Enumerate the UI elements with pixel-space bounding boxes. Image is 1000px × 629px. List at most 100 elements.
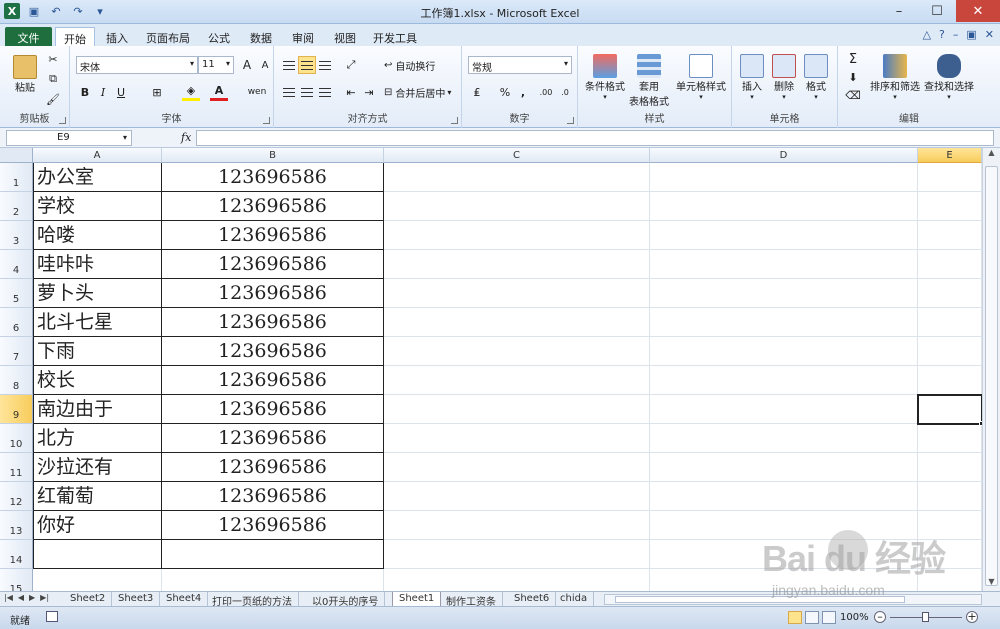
cell-b[interactable]: 123696586 — [162, 453, 384, 482]
cell-a[interactable]: 下雨 — [33, 337, 162, 366]
zoom-level[interactable]: 100% — [840, 612, 869, 623]
empty-cell[interactable] — [384, 511, 650, 540]
sort-filter-button[interactable]: 排序和筛选 ▾ — [868, 50, 922, 104]
increase-indent-icon[interactable]: ⇥ — [360, 83, 378, 101]
empty-cell[interactable] — [918, 366, 982, 395]
vertical-scroll-thumb[interactable] — [985, 166, 998, 586]
zoom-slider-thumb[interactable] — [922, 612, 929, 622]
wrap-text-button[interactable]: ↩ 自动换行 — [384, 56, 435, 74]
next-sheet-icon[interactable]: ▶ — [29, 593, 35, 602]
empty-cell[interactable] — [918, 337, 982, 366]
empty-cell[interactable] — [918, 221, 982, 250]
cell-a[interactable]: 校长 — [33, 366, 162, 395]
empty-cell[interactable] — [384, 424, 650, 453]
sheet-tab[interactable]: Sheet4 — [160, 592, 209, 606]
worksheet-grid[interactable]: A B C D E 1 办公室 123696586 2 学校 123696586 3 哈喽 1236965… — [0, 148, 982, 591]
empty-cell[interactable] — [384, 569, 650, 591]
empty-cell[interactable] — [650, 366, 918, 395]
sheet-tab[interactable]: 打印一页纸的方法 — [206, 592, 299, 608]
empty-cell[interactable] — [650, 569, 918, 591]
empty-cell[interactable] — [384, 308, 650, 337]
cell-a[interactable]: 学校 — [33, 192, 162, 221]
page-layout-view-icon[interactable] — [805, 611, 819, 624]
sheet-tab[interactable]: Sheet3 — [112, 592, 161, 606]
tab-data[interactable]: 数据 — [242, 27, 280, 46]
sheet-tab[interactable]: Sheet6 — [508, 592, 557, 606]
cell-a[interactable]: 红葡萄 — [33, 482, 162, 511]
decrease-indent-icon[interactable]: ⇤ — [342, 83, 360, 101]
empty-cell[interactable] — [918, 163, 982, 192]
sheet-tab[interactable]: 制作工资条 — [440, 592, 503, 608]
sheet-tab[interactable]: Sheet1 — [392, 592, 442, 606]
empty-cell[interactable] — [650, 308, 918, 337]
close-button[interactable]: ✕ — [956, 0, 1000, 22]
minimize-ribbon-icon[interactable]: △ — [923, 28, 931, 41]
empty-cell[interactable] — [650, 482, 918, 511]
orientation-icon[interactable]: ⤢ — [342, 56, 360, 74]
merge-center-button[interactable]: ⊟ 合并后居中 ▾ — [384, 83, 451, 101]
clipboard-launcher-icon[interactable] — [59, 117, 66, 124]
vertical-scrollbar[interactable]: ▲ ▼ — [982, 148, 1000, 591]
row-header[interactable]: 14 — [0, 540, 33, 569]
empty-cell[interactable] — [650, 453, 918, 482]
grow-font-button[interactable]: A — [238, 56, 256, 74]
autosum-button[interactable]: Σ — [844, 50, 862, 68]
zoom-out-icon[interactable]: – — [874, 611, 886, 623]
cell-b[interactable]: 123696586 — [162, 279, 384, 308]
cell-a[interactable]: 萝卜头 — [33, 279, 162, 308]
cell-b[interactable] — [162, 540, 384, 569]
cell-a[interactable]: 办公室 — [33, 163, 162, 192]
row-header[interactable]: 15 — [0, 569, 33, 591]
last-sheet-icon[interactable]: ▶| — [40, 593, 49, 602]
column-header-a[interactable]: A — [33, 148, 162, 163]
horizontal-scroll-thumb[interactable] — [615, 596, 905, 603]
cell-b[interactable]: 123696586 — [162, 221, 384, 250]
empty-cell[interactable] — [918, 424, 982, 453]
row-header[interactable]: 9 — [0, 395, 33, 424]
cell-a[interactable]: 哇咔咔 — [33, 250, 162, 279]
clear-icon[interactable]: ⌫ — [844, 86, 862, 104]
cell-b[interactable]: 123696586 — [162, 366, 384, 395]
tab-insert[interactable]: 插入 — [98, 27, 136, 46]
select-all-corner[interactable] — [0, 148, 33, 163]
empty-cell[interactable] — [918, 482, 982, 511]
tab-page-layout[interactable]: 页面布局 — [140, 27, 196, 46]
format-cells-button[interactable]: 格式 ▾ — [800, 50, 832, 104]
align-left-icon[interactable] — [280, 83, 298, 101]
workbook-minimize-icon[interactable]: – — [953, 28, 959, 41]
cut-icon[interactable]: ✂ — [44, 50, 62, 68]
page-break-view-icon[interactable] — [822, 611, 836, 624]
macro-record-icon[interactable] — [46, 611, 58, 622]
empty-cell[interactable] — [384, 221, 650, 250]
font-size-dropdown[interactable]: 11 ▾ — [198, 56, 234, 74]
font-color-button[interactable]: A — [210, 83, 228, 101]
empty-cell[interactable] — [918, 308, 982, 337]
cell-a[interactable]: 哈喽 — [33, 221, 162, 250]
empty-cell[interactable] — [918, 540, 982, 569]
cell-b[interactable]: 123696586 — [162, 395, 384, 424]
cell-b[interactable]: 123696586 — [162, 424, 384, 453]
cell-a[interactable]: 南边由于 — [33, 395, 162, 424]
cell-a[interactable]: 你好 — [33, 511, 162, 540]
cell-b[interactable]: 123696586 — [162, 308, 384, 337]
column-header-b[interactable]: B — [162, 148, 384, 163]
empty-cell[interactable] — [918, 279, 982, 308]
cell-b[interactable]: 123696586 — [162, 163, 384, 192]
empty-cell[interactable] — [650, 337, 918, 366]
empty-cell[interactable] — [918, 250, 982, 279]
column-header-e[interactable]: E — [918, 148, 982, 163]
empty-cell[interactable] — [384, 250, 650, 279]
empty-cell[interactable] — [918, 511, 982, 540]
row-header[interactable]: 2 — [0, 192, 33, 221]
cell-b[interactable]: 123696586 — [162, 192, 384, 221]
decrease-decimal-button[interactable]: .0 — [556, 83, 574, 101]
first-sheet-icon[interactable]: |◀ — [4, 593, 13, 602]
empty-cell[interactable] — [650, 192, 918, 221]
empty-cell[interactable] — [384, 482, 650, 511]
row-header[interactable]: 11 — [0, 453, 33, 482]
empty-cell[interactable] — [384, 337, 650, 366]
number-format-dropdown[interactable]: 常规 ▾ — [468, 56, 572, 74]
empty-cell[interactable] — [384, 163, 650, 192]
cell-a[interactable]: 北斗七星 — [33, 308, 162, 337]
row-header[interactable]: 7 — [0, 337, 33, 366]
